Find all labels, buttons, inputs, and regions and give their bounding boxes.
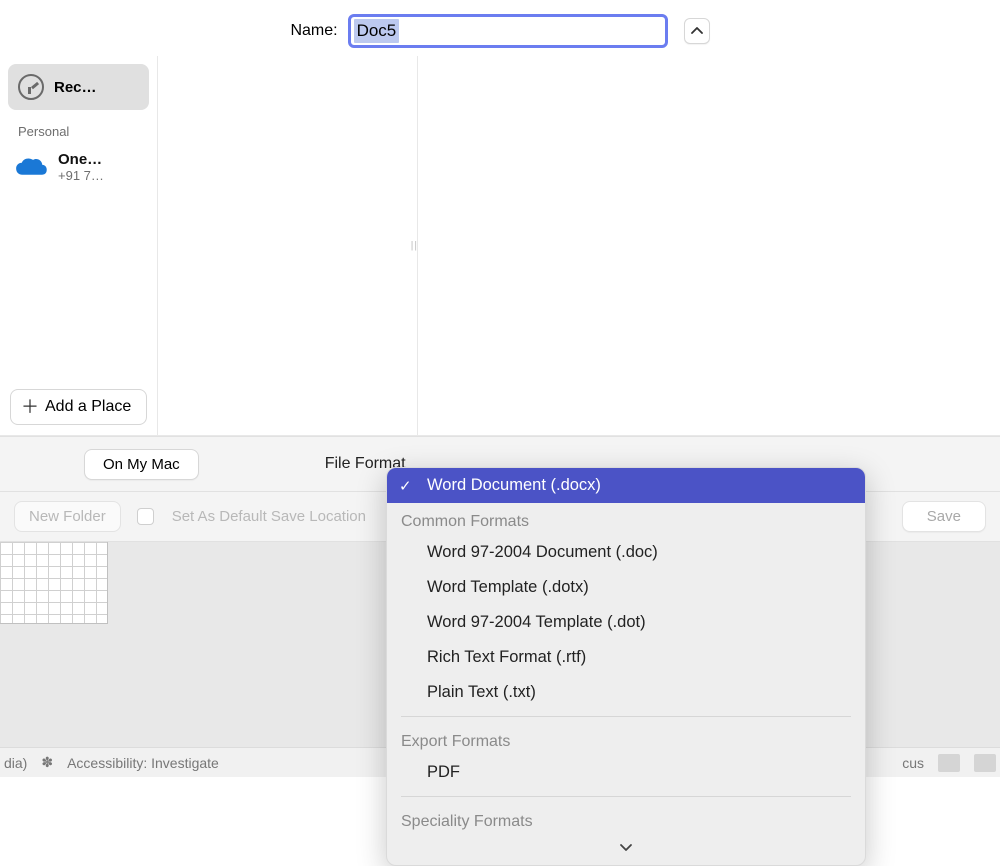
- onedrive-icon: [14, 156, 48, 178]
- chevron-up-icon: [691, 27, 703, 35]
- clock-icon: [18, 74, 44, 100]
- format-group-export: Export Formats: [387, 723, 865, 755]
- status-focus-truncated: cus: [902, 755, 924, 771]
- format-option-label: Word 97-2004 Template (.dot): [427, 613, 646, 631]
- format-option-label: Word Document (.docx): [427, 476, 601, 494]
- sidebar-section-personal: Personal: [8, 110, 149, 145]
- view-mode-button-1[interactable]: [938, 754, 960, 772]
- dropdown-separator: [401, 716, 851, 717]
- on-my-mac-button[interactable]: On My Mac: [84, 449, 199, 480]
- format-option-label: Plain Text (.txt): [427, 683, 536, 701]
- status-left-truncated: dia): [4, 755, 27, 771]
- save-button[interactable]: Save: [902, 501, 986, 532]
- sidebar-item-label: Rec…: [54, 79, 97, 96]
- format-option-label: Rich Text Format (.rtf): [427, 648, 586, 666]
- sidebar: Rec… Personal One… +91 7… ＋ Add a Place: [0, 56, 158, 435]
- check-icon: ✓: [399, 477, 412, 495]
- column-splitter-icon[interactable]: ||: [411, 240, 418, 251]
- onedrive-text: One… +91 7…: [58, 151, 104, 183]
- default-save-checkbox[interactable]: [137, 508, 154, 525]
- format-option[interactable]: Rich Text Format (.rtf): [387, 640, 865, 675]
- save-dialog-topbar: Name: Doc5: [0, 0, 1000, 56]
- sidebar-item-recent[interactable]: Rec…: [8, 64, 149, 110]
- format-option-label: Word Template (.dotx): [427, 578, 589, 596]
- chevron-down-icon: [619, 843, 633, 852]
- filename-input[interactable]: Doc5: [354, 19, 400, 43]
- dropdown-more-button[interactable]: [387, 835, 865, 859]
- format-option[interactable]: Word Template (.dotx): [387, 570, 865, 605]
- accessibility-icon: ✽: [41, 754, 53, 771]
- format-group-speciality: Speciality Formats: [387, 803, 865, 835]
- preview-column: [418, 56, 1000, 435]
- plus-icon: ＋: [21, 398, 39, 416]
- status-right: cus: [902, 754, 996, 772]
- format-option[interactable]: PDF: [387, 755, 865, 790]
- onedrive-subtitle: +91 7…: [58, 168, 104, 183]
- format-option[interactable]: Word 97-2004 Template (.dot): [387, 605, 865, 640]
- dropdown-separator: [401, 796, 851, 797]
- location-browser: Rec… Personal One… +91 7… ＋ Add a Place …: [0, 56, 1000, 436]
- format-option-label: PDF: [427, 763, 460, 781]
- add-place-label: Add a Place: [45, 398, 131, 416]
- format-option[interactable]: Plain Text (.txt): [387, 675, 865, 710]
- format-option[interactable]: Word 97-2004 Document (.doc): [387, 535, 865, 570]
- format-option-label: Word 97-2004 Document (.doc): [427, 543, 658, 561]
- format-option-selected[interactable]: ✓ Word Document (.docx): [387, 468, 865, 503]
- collapse-dialog-button[interactable]: [684, 18, 710, 44]
- ruler-corner: [0, 542, 108, 624]
- file-column[interactable]: ||: [158, 56, 418, 435]
- view-mode-button-2[interactable]: [974, 754, 996, 772]
- onedrive-title: One…: [58, 151, 104, 168]
- filename-input-wrap[interactable]: Doc5: [348, 14, 668, 48]
- sidebar-item-onedrive[interactable]: One… +91 7…: [8, 145, 149, 189]
- add-place-button[interactable]: ＋ Add a Place: [10, 389, 147, 425]
- name-label: Name:: [290, 22, 337, 40]
- new-folder-button[interactable]: New Folder: [14, 501, 121, 532]
- file-format-dropdown[interactable]: ✓ Word Document (.docx) Common Formats W…: [386, 467, 866, 866]
- default-save-label: Set As Default Save Location: [172, 508, 366, 525]
- status-accessibility[interactable]: Accessibility: Investigate: [67, 755, 219, 771]
- format-group-common: Common Formats: [387, 503, 865, 535]
